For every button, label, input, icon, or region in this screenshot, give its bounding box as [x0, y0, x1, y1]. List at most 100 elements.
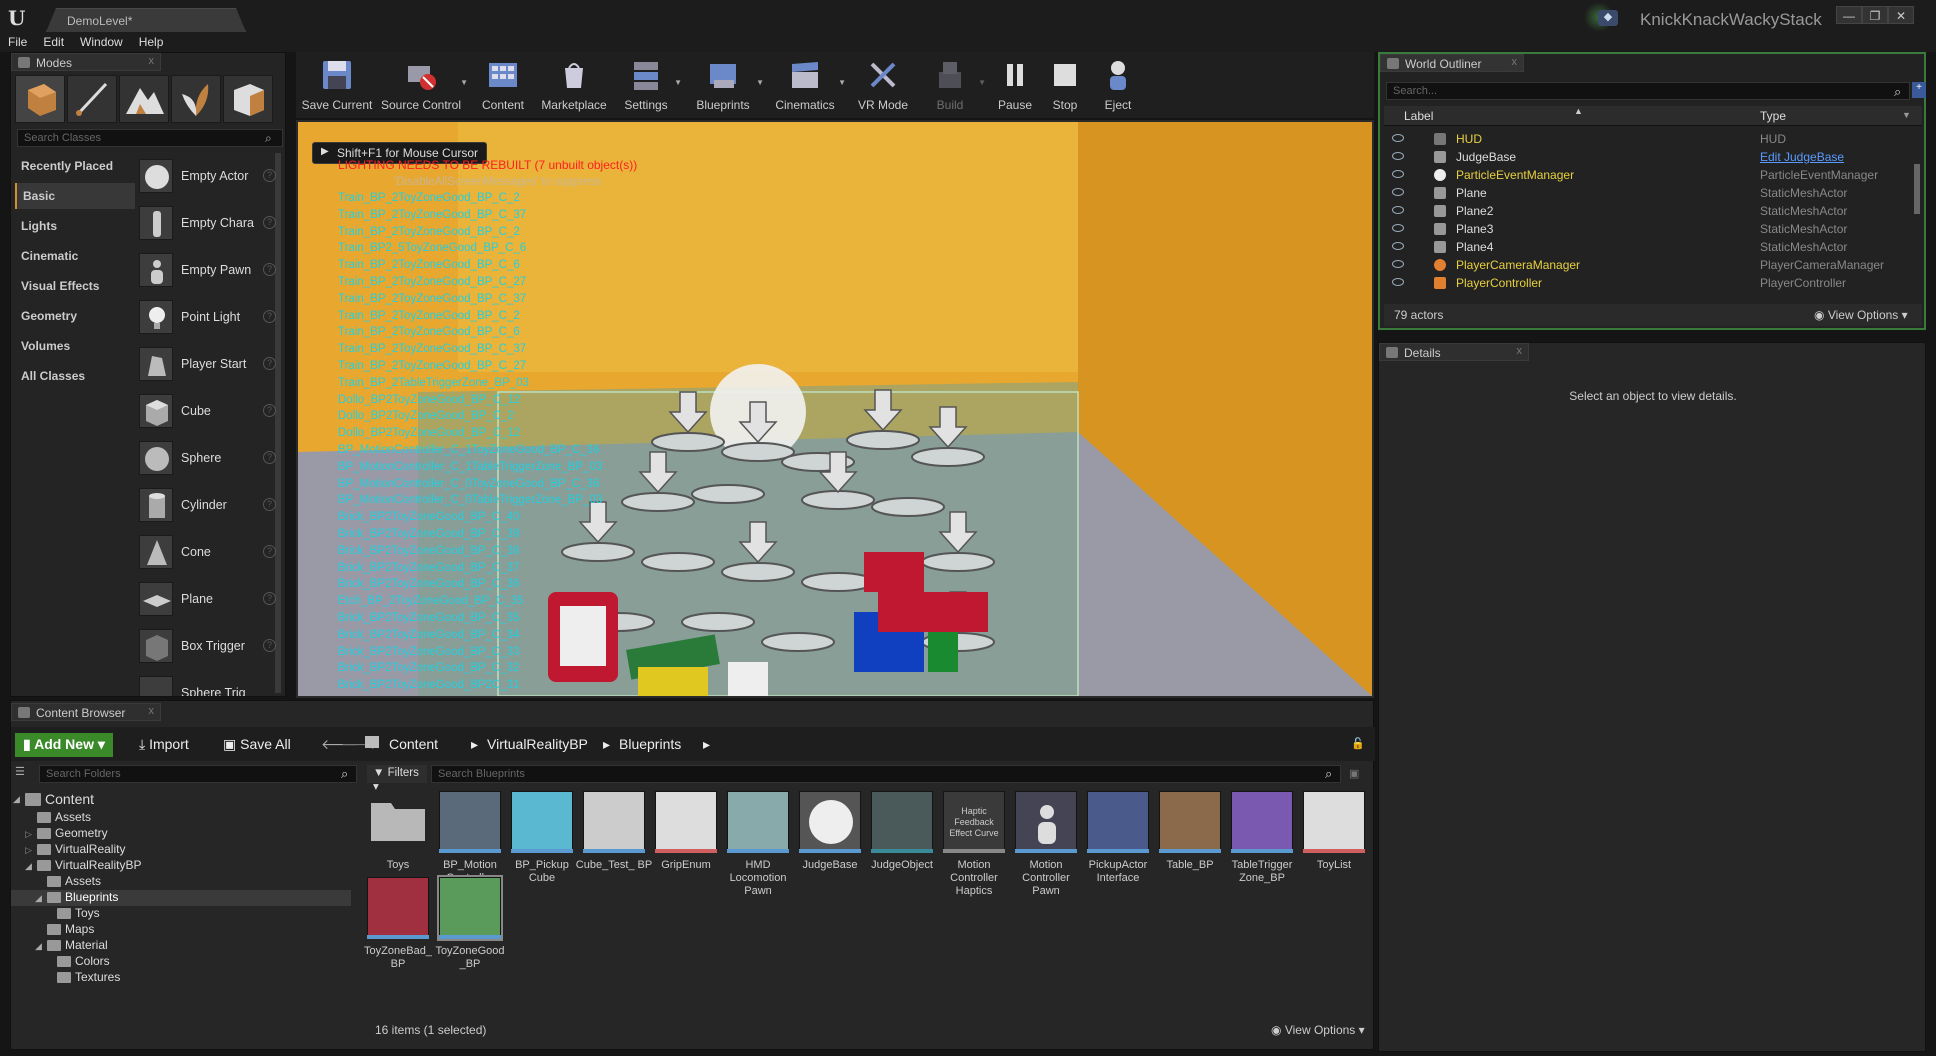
asset-hmd-locomotion-pawn[interactable]: HMD Locomotion Pawn [725, 791, 791, 901]
edit-judgebase-link[interactable]: Edit JudgeBase [1760, 150, 1844, 164]
menu-edit[interactable]: Edit [35, 34, 72, 50]
tree-item-material[interactable]: ◢ Material [11, 938, 351, 954]
tab-modes[interactable]: Modes x [11, 53, 161, 71]
tree-item-maps[interactable]: Maps [11, 922, 351, 938]
place-item-point-light[interactable]: Point Light? [135, 296, 279, 340]
chevron-down-icon[interactable]: ▼ [674, 78, 682, 87]
eject-button[interactable]: Eject [1092, 52, 1144, 118]
paint-mode-button[interactable] [67, 75, 117, 123]
view-options-button[interactable]: ◉ View Options ▾ [1271, 1023, 1365, 1037]
save-search-icon[interactable]: ▣ [1349, 767, 1359, 780]
place-item-cube[interactable]: Cube? [135, 390, 279, 434]
breadcrumb-virtualrealitybp[interactable]: VirtualRealityBP [487, 736, 588, 752]
outliner-row-player-camera-manager[interactable]: PlayerCameraManager PlayerCameraManager [1384, 256, 1914, 274]
chevron-down-icon[interactable]: ▼ [460, 78, 468, 87]
eye-icon[interactable] [1392, 242, 1404, 250]
place-item-empty-pawn[interactable]: Empty Pawn? [135, 249, 279, 293]
help-icon[interactable]: ? [263, 451, 276, 464]
tree-item-assets[interactable]: Assets [11, 874, 351, 890]
eye-icon[interactable] [1392, 152, 1404, 160]
asset-table-bp[interactable]: Table_BP [1157, 791, 1223, 901]
geometry-mode-button[interactable] [223, 75, 273, 123]
asset-judgeobject[interactable]: JudgeObject [869, 791, 935, 901]
outliner-search-input[interactable]: Search... [1386, 82, 1910, 100]
chevron-down-icon[interactable]: ▼ [1902, 110, 1911, 120]
close-icon[interactable]: x [1517, 345, 1523, 357]
close-icon[interactable]: x [149, 55, 155, 67]
level-viewport[interactable]: ▶ Shift+F1 for Mouse Cursor LIGHTING NEED… [296, 120, 1374, 698]
asset-bp-pickup-cube[interactable]: BP_Pickup Cube [509, 791, 575, 901]
eye-icon[interactable] [1392, 260, 1404, 268]
search-blueprints-input[interactable]: Search Blueprints [431, 765, 1341, 783]
minimize-icon[interactable]: — [1836, 6, 1862, 24]
chevron-down-icon[interactable]: ▼ [978, 78, 986, 87]
asset-cube-test-bp[interactable]: Cube_Test_ BP [576, 791, 652, 901]
category-recently-placed[interactable]: Recently Placed [15, 153, 135, 179]
place-item-plane[interactable]: Plane? [135, 578, 279, 622]
settings-button[interactable]: Settings ▼ [614, 52, 682, 118]
eye-icon[interactable] [1392, 170, 1404, 178]
category-geometry[interactable]: Geometry [15, 303, 135, 329]
tree-item-geometry[interactable]: ▷ Geometry [11, 826, 351, 842]
category-all-classes[interactable]: All Classes [15, 363, 135, 389]
tree-item-toys[interactable]: Toys [11, 906, 351, 922]
help-icon[interactable]: ? [263, 169, 276, 182]
import-button[interactable]: ⤓ Import [131, 733, 197, 757]
asset-tabletrigger-zone-bp[interactable]: TableTrigger Zone_BP [1229, 791, 1295, 901]
stop-button[interactable]: Stop [1042, 52, 1088, 118]
breadcrumb-content[interactable]: Content [389, 736, 438, 752]
marketplace-button[interactable]: Marketplace [538, 52, 610, 118]
scrollbar[interactable] [1914, 164, 1920, 214]
pause-button[interactable]: Pause [990, 52, 1040, 118]
filters-button[interactable]: ▼ Filters ▾ [367, 765, 427, 793]
close-icon[interactable]: x [1512, 56, 1518, 68]
eye-icon[interactable] [1392, 224, 1404, 232]
outliner-row-plane3[interactable]: Plane3 StaticMeshActor [1384, 220, 1914, 238]
close-icon[interactable]: ✕ [1888, 6, 1914, 24]
outliner-row-plane4[interactable]: Plane4 StaticMeshActor [1384, 238, 1914, 256]
cinematics-button[interactable]: Cinematics ▼ [768, 52, 846, 118]
view-options-button[interactable]: ◉ View Options ▾ [1814, 308, 1908, 322]
help-icon[interactable]: ? [263, 310, 276, 323]
place-item-player-start[interactable]: Player Start? [135, 343, 279, 387]
search-classes-input[interactable]: Search Classes [17, 129, 283, 147]
breadcrumb-blueprints[interactable]: Blueprints [619, 736, 681, 752]
help-icon[interactable]: ? [263, 216, 276, 229]
lock-icon[interactable]: 🔓 [1351, 737, 1365, 750]
source-control-button[interactable]: Source Control ▼ [378, 52, 468, 118]
sources-toggle-icon[interactable]: ☰ [15, 765, 35, 783]
outliner-row-judgebase[interactable]: JudgeBase Edit JudgeBase [1384, 148, 1914, 166]
eye-icon[interactable] [1392, 206, 1404, 214]
eye-icon[interactable] [1392, 188, 1404, 196]
tab-content-browser[interactable]: Content Browser x [11, 703, 161, 721]
help-icon[interactable]: ? [263, 263, 276, 276]
category-lights[interactable]: Lights [15, 213, 135, 239]
tree-item-assets[interactable]: Assets [11, 810, 351, 826]
tree-item-virtualrealitybp[interactable]: ◢ VirtualRealityBP [11, 858, 351, 874]
place-item-cone[interactable]: Cone? [135, 531, 279, 575]
tree-item-textures[interactable]: Textures [11, 970, 351, 986]
place-item-empty-actor[interactable]: Empty Actor? [135, 155, 279, 199]
chevron-down-icon[interactable]: ▼ [756, 78, 764, 87]
close-icon[interactable]: x [149, 705, 155, 717]
asset-motion-controller-pawn[interactable]: Motion Controller Pawn [1013, 791, 1079, 901]
eye-icon[interactable] [1392, 134, 1404, 142]
outliner-row-plane2[interactable]: Plane2 StaticMeshActor [1384, 202, 1914, 220]
asset-toyzonebad-bp[interactable]: ToyZoneBad_ BP [364, 877, 432, 987]
save-all-button[interactable]: ▣ Save All [215, 733, 299, 757]
foliage-mode-button[interactable] [171, 75, 221, 123]
column-type[interactable]: Type [1760, 109, 1786, 123]
content-button[interactable]: Content [474, 52, 532, 118]
place-item-box-trigger[interactable]: Box Trigger? [135, 625, 279, 669]
asset-judgebase[interactable]: JudgeBase [797, 791, 863, 901]
place-item-empty-character[interactable]: Empty Chara? [135, 202, 279, 246]
tree-item-content[interactable]: ◢ Content [11, 791, 351, 807]
help-icon[interactable]: ? [263, 545, 276, 558]
build-button[interactable]: Build ▼ [918, 52, 986, 118]
add-filter-icon[interactable]: + [1912, 82, 1926, 98]
place-item-cylinder[interactable]: Cylinder? [135, 484, 279, 528]
asset-toylist[interactable]: ToyList [1301, 791, 1367, 901]
column-label[interactable]: Label [1404, 109, 1433, 123]
tree-item-virtualreality[interactable]: ▷ VirtualReality [11, 842, 351, 858]
asset-pickupactor-interface[interactable]: PickupActor Interface [1085, 791, 1151, 901]
